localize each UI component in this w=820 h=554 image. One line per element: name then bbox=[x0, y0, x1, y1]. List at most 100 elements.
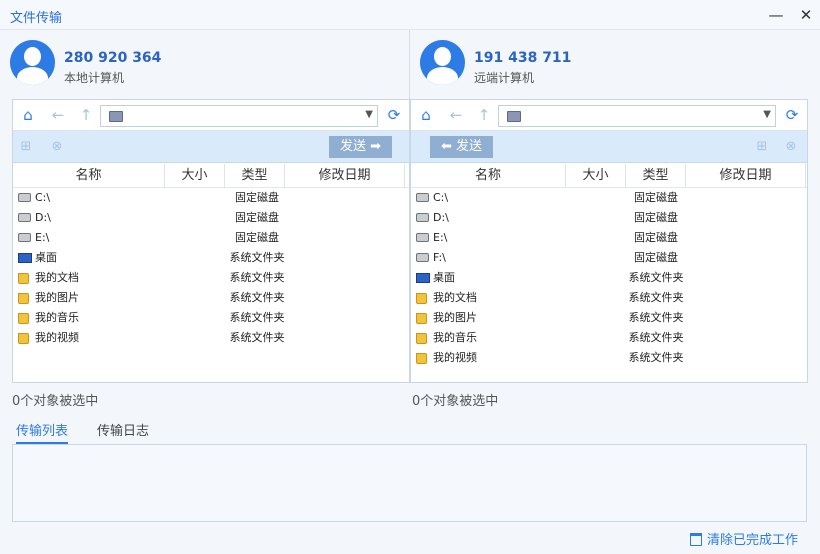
drive-icon bbox=[416, 193, 429, 202]
file-type: 系统文件夹 bbox=[628, 331, 684, 344]
column-size[interactable]: 大小 bbox=[566, 164, 626, 188]
refresh-icon[interactable]: ⟳ bbox=[384, 105, 404, 125]
minimize-icon[interactable]: — bbox=[766, 5, 786, 25]
file-row[interactable]: 我的视频 系统文件夹 bbox=[13, 328, 409, 348]
folder-icon bbox=[18, 313, 29, 324]
remote-id: 191 438 711 bbox=[474, 50, 572, 66]
remote-path-dropdown[interactable]: ▼ bbox=[498, 105, 776, 127]
remote-table-header: 名称 大小 类型 修改日期 bbox=[411, 164, 807, 188]
local-label: 本地计算机 bbox=[64, 71, 125, 85]
file-name: D:\ bbox=[433, 211, 449, 224]
file-row[interactable]: 桌面 系统文件夹 bbox=[411, 268, 807, 288]
file-row[interactable]: 我的音乐 系统文件夹 bbox=[13, 308, 409, 328]
file-name: 我的音乐 bbox=[35, 311, 79, 324]
delete-icon[interactable]: ⊗ bbox=[49, 139, 65, 155]
arrow-left-icon: ⬅ bbox=[440, 139, 452, 154]
desktop-icon bbox=[416, 273, 430, 283]
file-name: 我的文档 bbox=[35, 271, 79, 284]
send-label: 发送 bbox=[456, 139, 483, 154]
folder-icon bbox=[416, 313, 427, 324]
file-type: 系统文件夹 bbox=[229, 311, 285, 324]
clear-completed-button[interactable]: 清除已完成工作 bbox=[690, 529, 798, 548]
file-row[interactable]: D:\ 固定磁盘 bbox=[13, 208, 409, 228]
send-to-local-button[interactable]: ⬅ 发送 bbox=[430, 136, 493, 158]
new-folder-icon[interactable]: ⊞ bbox=[754, 139, 770, 155]
file-type: 系统文件夹 bbox=[628, 291, 684, 304]
local-file-panel: ⌂ ← ↑ ▼ ⟳ ⊞ ⊗ 发送 ➡ 名称 大小 类型 修改日期 C:\ 固定磁盘… bbox=[12, 99, 410, 383]
file-name: E:\ bbox=[433, 231, 448, 244]
file-row[interactable]: 我的视频 系统文件夹 bbox=[411, 348, 807, 368]
column-type[interactable]: 类型 bbox=[626, 164, 686, 188]
home-icon[interactable]: ⌂ bbox=[18, 105, 38, 125]
file-name: 我的文档 bbox=[433, 291, 477, 304]
file-name: 桌面 bbox=[35, 251, 57, 264]
remote-computer-info: 191 438 711 远端计算机 bbox=[420, 40, 810, 90]
file-row[interactable]: 我的音乐 系统文件夹 bbox=[411, 328, 807, 348]
file-type: 固定磁盘 bbox=[235, 231, 279, 244]
new-folder-icon[interactable]: ⊞ bbox=[18, 139, 34, 155]
file-name: 我的视频 bbox=[35, 331, 79, 344]
column-date[interactable]: 修改日期 bbox=[686, 164, 806, 188]
folder-icon bbox=[18, 293, 29, 304]
file-row[interactable]: F:\ 固定磁盘 bbox=[411, 248, 807, 268]
back-arrow-icon[interactable]: ← bbox=[446, 105, 466, 125]
chevron-down-icon[interactable]: ▼ bbox=[365, 109, 373, 120]
column-type[interactable]: 类型 bbox=[225, 164, 285, 188]
file-row[interactable]: 我的图片 系统文件夹 bbox=[13, 288, 409, 308]
drive-icon bbox=[18, 213, 31, 222]
file-name: 我的音乐 bbox=[433, 331, 477, 344]
file-row[interactable]: 桌面 系统文件夹 bbox=[13, 248, 409, 268]
tab-transfer-log[interactable]: 传输日志 bbox=[97, 420, 149, 444]
folder-icon bbox=[416, 293, 427, 304]
file-type: 系统文件夹 bbox=[229, 331, 285, 344]
file-type: 固定磁盘 bbox=[235, 211, 279, 224]
remote-label: 远端计算机 bbox=[474, 71, 535, 85]
title-bar: 文件传输 — ✕ bbox=[0, 0, 820, 30]
file-name: C:\ bbox=[35, 191, 51, 204]
file-row[interactable]: 我的图片 系统文件夹 bbox=[411, 308, 807, 328]
up-arrow-icon[interactable]: ↑ bbox=[76, 105, 96, 125]
chevron-down-icon[interactable]: ▼ bbox=[763, 109, 771, 120]
file-type: 系统文件夹 bbox=[628, 311, 684, 324]
folder-icon bbox=[109, 111, 123, 122]
remote-file-panel: ⌂ ← ↑ ▼ ⟳ ⬅ 发送 ⊞ ⊗ 名称 大小 类型 修改日期 C:\ 固定磁盘… bbox=[410, 99, 808, 383]
local-nav-bar: ⌂ ← ↑ ▼ ⟳ bbox=[13, 100, 409, 131]
file-name: C:\ bbox=[433, 191, 449, 204]
column-name[interactable]: 名称 bbox=[411, 164, 566, 188]
file-type: 系统文件夹 bbox=[229, 271, 285, 284]
local-path-dropdown[interactable]: ▼ bbox=[100, 105, 378, 127]
desktop-icon bbox=[18, 253, 32, 263]
file-row[interactable]: D:\ 固定磁盘 bbox=[411, 208, 807, 228]
file-name: E:\ bbox=[35, 231, 50, 244]
home-icon[interactable]: ⌂ bbox=[416, 105, 436, 125]
file-row[interactable]: C:\ 固定磁盘 bbox=[13, 188, 409, 208]
column-name[interactable]: 名称 bbox=[13, 164, 165, 188]
back-arrow-icon[interactable]: ← bbox=[48, 105, 68, 125]
file-row[interactable]: E:\ 固定磁盘 bbox=[411, 228, 807, 248]
up-arrow-icon[interactable]: ↑ bbox=[474, 105, 494, 125]
file-type: 系统文件夹 bbox=[628, 271, 684, 284]
file-type: 固定磁盘 bbox=[634, 231, 678, 244]
drive-icon bbox=[18, 233, 31, 242]
refresh-icon[interactable]: ⟳ bbox=[782, 105, 802, 125]
local-computer-info: 280 920 364 本地计算机 bbox=[10, 40, 400, 90]
drive-icon bbox=[416, 253, 429, 262]
file-row[interactable]: 我的文档 系统文件夹 bbox=[411, 288, 807, 308]
send-to-remote-button[interactable]: 发送 ➡ bbox=[329, 136, 392, 158]
folder-icon bbox=[18, 333, 29, 344]
close-icon[interactable]: ✕ bbox=[796, 5, 816, 25]
file-row[interactable]: E:\ 固定磁盘 bbox=[13, 228, 409, 248]
tab-transfer-list[interactable]: 传输列表 bbox=[16, 420, 69, 444]
file-type: 固定磁盘 bbox=[634, 211, 678, 224]
delete-icon[interactable]: ⊗ bbox=[783, 139, 799, 155]
file-type: 系统文件夹 bbox=[229, 251, 285, 264]
file-row[interactable]: 我的文档 系统文件夹 bbox=[13, 268, 409, 288]
column-date[interactable]: 修改日期 bbox=[285, 164, 405, 188]
local-selection-status: 0个对象被选中 bbox=[12, 394, 99, 409]
folder-icon bbox=[416, 333, 427, 344]
remote-action-bar: ⬅ 发送 ⊞ ⊗ bbox=[411, 131, 807, 163]
file-type: 系统文件夹 bbox=[229, 291, 285, 304]
file-row[interactable]: C:\ 固定磁盘 bbox=[411, 188, 807, 208]
folder-icon bbox=[18, 273, 29, 284]
column-size[interactable]: 大小 bbox=[165, 164, 225, 188]
